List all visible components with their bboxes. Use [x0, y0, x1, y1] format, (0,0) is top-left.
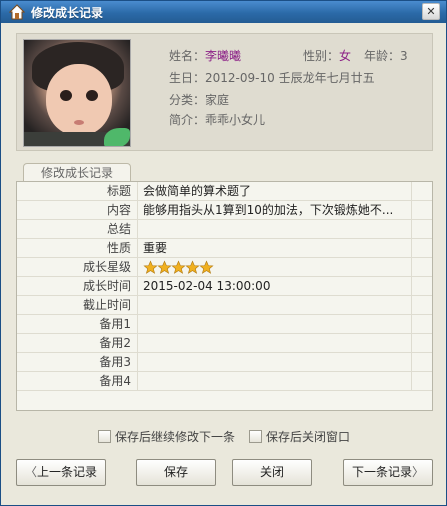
name-value: 李曦曦: [205, 49, 242, 63]
spare2-value[interactable]: [143, 334, 411, 352]
intro-value: 乖乖小女儿: [205, 113, 266, 127]
row-label: 成长星级: [17, 258, 138, 276]
name-label: 姓名：: [169, 49, 206, 63]
window-title: 修改成长记录: [31, 6, 104, 20]
grid-row[interactable]: 备用4: [17, 372, 432, 391]
star-icon[interactable]: [171, 260, 186, 275]
star-icon[interactable]: [143, 260, 158, 275]
row-label: 总结: [17, 220, 138, 238]
intro-field: 简介：乖乖小女儿: [169, 111, 265, 128]
row-label: 成长时间: [17, 277, 138, 295]
home-icon: [9, 4, 25, 20]
spare1-value[interactable]: [143, 315, 411, 333]
row-label: 备用2: [17, 334, 138, 352]
name-field: 姓名：李曦曦: [169, 47, 241, 64]
content-value[interactable]: 能够用指头从1算到10的加法，下次锻炼她不...: [143, 201, 411, 219]
age-value: 3: [400, 49, 408, 63]
category-field: 分类：家庭: [169, 91, 229, 108]
row-label: 截止时间: [17, 296, 138, 314]
growth-time-value[interactable]: 2015-02-04 13:00:00: [143, 277, 411, 295]
nature-value[interactable]: 重要: [143, 239, 411, 257]
gender-label: 性别：: [303, 49, 340, 63]
star-rating[interactable]: [143, 260, 214, 275]
star-icon[interactable]: [157, 260, 172, 275]
row-label: 备用3: [17, 353, 138, 371]
property-grid: 标题 会做简单的算术题了 内容 能够用指头从1算到10的加法，下次锻炼她不...…: [16, 181, 433, 411]
gender-field: 性别：女: [303, 47, 351, 64]
close-icon[interactable]: ✕: [422, 3, 440, 20]
row-label: 性质: [17, 239, 138, 257]
grid-row[interactable]: 备用2: [17, 334, 432, 353]
chevron-left-icon: 〈: [24, 465, 37, 479]
category-label: 分类：: [169, 93, 206, 107]
age-label: 年龄：: [364, 49, 401, 63]
row-label: 备用4: [17, 372, 138, 390]
next-record-button[interactable]: 下一条记录〉: [343, 459, 433, 486]
save-button[interactable]: 保存: [136, 459, 216, 486]
title-bar[interactable]: 修改成长记录 ✕: [1, 1, 446, 23]
category-value: 家庭: [205, 93, 230, 107]
checkbox-label: 保存后关闭窗口: [266, 430, 351, 444]
birthday-value: 2012-09-10 壬辰龙年七月廿五: [205, 71, 375, 85]
grid-row[interactable]: 总结: [17, 220, 432, 239]
prev-record-button[interactable]: 〈上一条记录: [16, 459, 106, 486]
checkbox-box[interactable]: [249, 430, 262, 443]
grid-row[interactable]: 备用1: [17, 315, 432, 334]
close-after-save-checkbox[interactable]: 保存后关闭窗口: [249, 428, 350, 444]
birthday-field: 生日：2012-09-10 壬辰龙年七月廿五: [169, 69, 375, 86]
row-label: 标题: [17, 182, 138, 200]
prev-record-label: 上一条记录: [37, 465, 98, 479]
summary-value[interactable]: [143, 220, 411, 238]
continue-edit-checkbox[interactable]: 保存后继续修改下一条: [98, 428, 235, 444]
title-value[interactable]: 会做简单的算术题了: [143, 182, 411, 200]
star-icon[interactable]: [185, 260, 200, 275]
grid-row[interactable]: 内容 能够用指头从1算到10的加法，下次锻炼她不...: [17, 201, 432, 220]
spare4-value[interactable]: [143, 372, 411, 390]
deadline-value[interactable]: [143, 296, 411, 314]
profile-panel: 姓名：李曦曦 性别：女 年龄：3 生日：2012-09-10 壬辰龙年七月廿五 …: [16, 33, 433, 151]
grid-row[interactable]: 成长星级: [17, 258, 432, 277]
row-label: 内容: [17, 201, 138, 219]
edit-record-window: 修改成长记录 ✕ 姓名：李曦曦 性别：女 年龄：3 生日：2012-09-10 …: [0, 0, 447, 506]
age-field: 年龄：3: [364, 47, 408, 64]
row-label: 备用1: [17, 315, 138, 333]
spare3-value[interactable]: [143, 353, 411, 371]
profile-photo: [23, 39, 131, 147]
grid-row[interactable]: 成长时间 2015-02-04 13:00:00: [17, 277, 432, 296]
gender-value: 女: [339, 49, 352, 63]
grid-row[interactable]: 截止时间: [17, 296, 432, 315]
grid-row[interactable]: 备用3: [17, 353, 432, 372]
checkbox-label: 保存后继续修改下一条: [115, 430, 236, 444]
chevron-right-icon: 〉: [412, 465, 425, 479]
next-record-label: 下一条记录: [351, 465, 412, 479]
tab-edit-record[interactable]: 修改成长记录: [23, 163, 131, 182]
grid-row[interactable]: 性质 重要: [17, 239, 432, 258]
birthday-label: 生日：: [169, 71, 206, 85]
grid-row[interactable]: 标题 会做简单的算术题了: [17, 182, 432, 201]
intro-label: 简介：: [169, 113, 206, 127]
close-button[interactable]: 关闭: [232, 459, 312, 486]
star-icon[interactable]: [199, 260, 214, 275]
checkbox-box[interactable]: [98, 430, 111, 443]
